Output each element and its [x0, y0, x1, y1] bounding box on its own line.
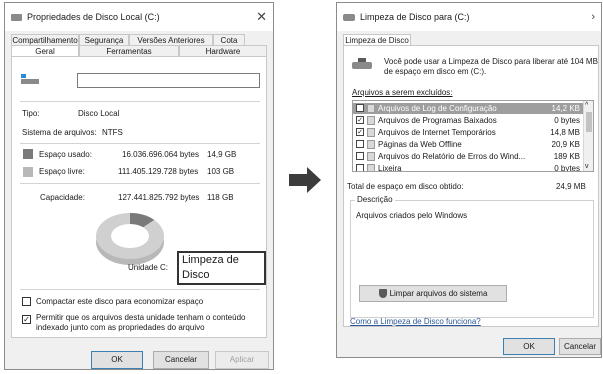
free-bytes: 111.405.129.728 bytes — [118, 167, 199, 176]
free-label: Espaço livre: — [39, 167, 85, 176]
title-bar: Limpeza de Disco para (C:) › — [337, 3, 601, 31]
file-name: Páginas da Web Offline — [378, 140, 462, 149]
file-checkbox[interactable] — [356, 164, 364, 171]
ok-button[interactable]: OK — [503, 338, 555, 355]
file-size: 0 bytes — [554, 116, 580, 125]
scroll-thumb[interactable] — [586, 112, 592, 132]
total-label: Total de espaço em disco obtido: — [347, 182, 464, 191]
drive-unit-label: Unidade C: — [128, 263, 169, 272]
index-label-line1: Permitir que os arquivos desta unidade t… — [36, 313, 246, 322]
shield-icon — [378, 289, 387, 298]
used-color-swatch — [23, 149, 33, 159]
file-list-item[interactable]: Arquivos de Log de Configuração 14,2 KB — [353, 103, 583, 114]
file-list-item[interactable]: Arquivos do Relatório de Erros do Wind..… — [353, 151, 583, 162]
file-name: Arquivos de Internet Temporários — [378, 128, 496, 137]
arrow-right-icon — [289, 167, 321, 193]
general-panel: Tipo: Disco Local Sistema de arquivos: N… — [11, 56, 267, 338]
file-name: Lixeira — [378, 164, 402, 172]
scroll-up-icon[interactable]: ^ — [585, 102, 588, 109]
drive-icon — [11, 13, 22, 21]
free-gb: 103 GB — [207, 167, 235, 176]
apply-button[interactable]: Aplicar — [215, 351, 269, 369]
file-list-item[interactable]: Páginas da Web Offline 20,9 KB — [353, 139, 583, 150]
file-checkbox[interactable]: ✓ — [356, 116, 364, 124]
close-icon[interactable]: › — [591, 11, 595, 23]
disk-cleanup-button[interactable]: Limpeza de Disco — [177, 251, 266, 285]
window-title: Limpeza de Disco para (C:) — [360, 12, 470, 22]
file-list-item[interactable]: Lixeira 0 bytes — [353, 163, 583, 172]
ok-button[interactable]: OK — [91, 351, 143, 369]
capacity-label: Capacidade: — [40, 193, 85, 202]
fs-value: NTFS — [102, 128, 123, 137]
file-size: 0 bytes — [554, 164, 580, 172]
clean-system-files-button[interactable]: Limpar arquivos do sistema — [359, 285, 507, 302]
file-list-item[interactable]: ✓ Arquivos de Programas Baixados 0 bytes — [353, 115, 583, 126]
file-name: Arquivos de Log de Configuração — [378, 104, 497, 113]
used-label: Espaço usado: — [39, 150, 92, 159]
total-value: 24,9 MB — [556, 182, 586, 191]
file-checkbox[interactable]: ✓ — [356, 128, 364, 136]
cleanup-panel: Você pode usar a Limpeza de Disco para l… — [343, 45, 599, 327]
fs-label: Sistema de arquivos: — [22, 128, 97, 137]
file-type-icon — [367, 152, 375, 161]
drive-icon — [21, 74, 39, 84]
type-value: Disco Local — [78, 109, 120, 118]
file-name: Arquivos de Programas Baixados — [378, 116, 497, 125]
file-checkbox[interactable] — [356, 140, 364, 148]
capacity-bytes: 127.441.825.792 bytes — [118, 193, 200, 202]
type-label: Tipo: — [22, 109, 40, 118]
disk-cleanup-icon — [343, 13, 355, 21]
intro-line2: de espaço em disco em (C:). — [384, 67, 487, 76]
file-type-icon — [367, 140, 375, 149]
clean-system-files-label: Limpar arquivos do sistema — [389, 288, 488, 298]
disk-cleanup-window: Limpeza de Disco para (C:) › Limpeza de … — [336, 2, 602, 358]
file-name: Arquivos do Relatório de Erros do Wind..… — [378, 152, 526, 161]
file-size: 14,8 MB — [550, 128, 580, 137]
title-bar: Propriedades de Disco Local (C:) ✕ — [5, 3, 273, 31]
files-list[interactable]: Arquivos de Log de Configuração 14,2 KB ✓ A… — [352, 100, 594, 172]
drive-name-input[interactable] — [77, 73, 260, 88]
file-type-icon — [367, 116, 375, 125]
description-label: Descrição — [355, 195, 395, 204]
disk-properties-window: Propriedades de Disco Local (C:) ✕ Compa… — [4, 2, 274, 370]
used-bytes: 16.036.696.064 bytes — [122, 150, 199, 159]
file-size: 20,9 KB — [551, 140, 580, 149]
close-icon[interactable]: ✕ — [256, 9, 267, 25]
file-type-icon — [367, 164, 375, 171]
free-color-swatch — [23, 167, 33, 177]
files-to-delete-label: Arquivos a serem excluídos: — [352, 88, 453, 97]
file-list-item[interactable]: ✓ Arquivos de Internet Temporários 14,8 MB — [353, 127, 583, 138]
file-size: 189 KB — [553, 152, 580, 161]
compress-label: Compactar este disco para economizar esp… — [36, 297, 204, 306]
index-checkbox[interactable]: ✓ — [22, 315, 31, 324]
disk-cleanup-icon — [352, 58, 372, 70]
list-scrollbar[interactable]: ^ v — [583, 101, 593, 171]
disk-usage-donut — [96, 213, 164, 265]
file-type-icon — [367, 104, 375, 113]
file-type-icon — [367, 128, 375, 137]
scroll-down-icon[interactable]: v — [585, 163, 589, 170]
file-checkbox[interactable] — [356, 152, 364, 160]
cancel-button[interactable]: Cancelar — [153, 351, 209, 369]
help-link[interactable]: Como a Limpeza de Disco funciona? — [350, 317, 481, 326]
index-label-line2: indexado junto com as propriedades do ar… — [36, 323, 205, 332]
description-text: Arquivos criados pelo Windows — [356, 211, 468, 220]
cancel-button[interactable]: Cancelar — [559, 338, 601, 355]
window-title: Propriedades de Disco Local (C:) — [27, 12, 160, 22]
intro-line1: Você pode usar a Limpeza de Disco para l… — [384, 57, 598, 66]
file-checkbox[interactable] — [356, 104, 364, 112]
used-gb: 14,9 GB — [207, 150, 237, 159]
compress-checkbox[interactable] — [22, 297, 31, 306]
capacity-gb: 118 GB — [207, 193, 234, 202]
file-size: 14,2 KB — [551, 104, 580, 113]
